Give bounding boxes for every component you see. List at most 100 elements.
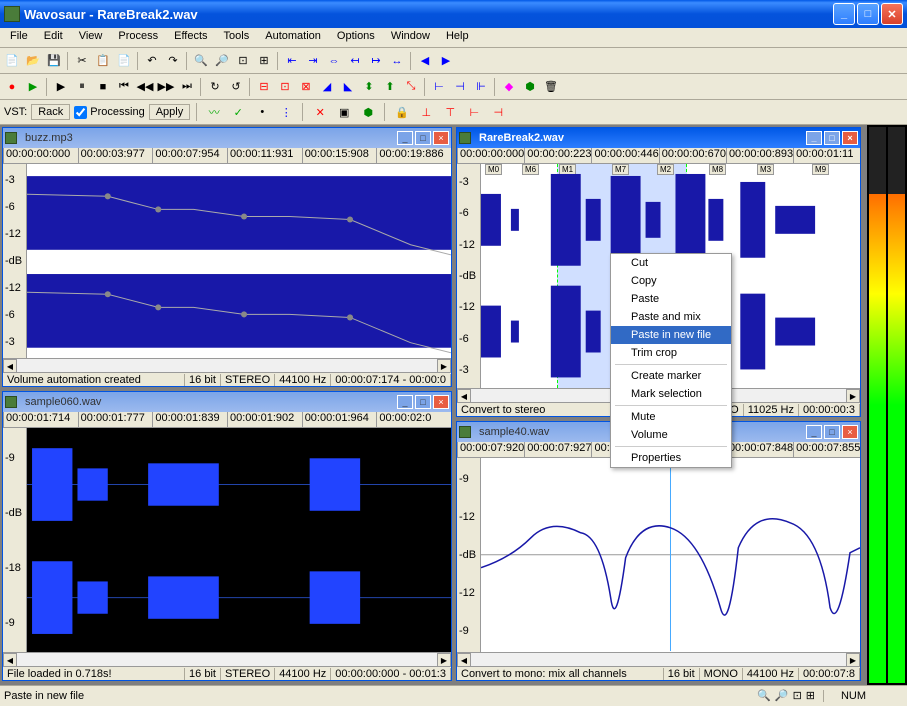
fade-out-icon[interactable]: ◣ [338, 77, 358, 97]
vst-check-icon[interactable]: ✓ [228, 102, 248, 122]
scroll-right-icon[interactable]: ▶ [437, 359, 451, 373]
marker3-icon[interactable]: ⊩ [471, 77, 491, 97]
zoom-out-icon[interactable]: 🔎 [212, 51, 232, 71]
menu-tools[interactable]: Tools [216, 28, 258, 47]
vst-btn4-icon[interactable]: ⋮ [276, 102, 296, 122]
ctx-paste-new-file[interactable]: Paste in new file [611, 326, 731, 344]
trash-icon[interactable]: 🗑 [541, 77, 561, 97]
vst-btn3-icon[interactable]: • [252, 102, 272, 122]
window-sample060-titlebar[interactable]: sample060.wav _ □ × [3, 392, 451, 412]
normalize-icon[interactable]: ⬍ [359, 77, 379, 97]
scroll-left-icon[interactable]: ◀ [457, 653, 471, 667]
s40-max-button[interactable]: □ [824, 425, 840, 439]
open-icon[interactable]: 📂 [23, 51, 43, 71]
s40-scrollbar[interactable]: ◀ ▶ [457, 652, 860, 666]
menu-view[interactable]: View [71, 28, 111, 47]
rack-button[interactable]: Rack [31, 104, 70, 120]
fade-in-icon[interactable]: ◢ [317, 77, 337, 97]
pause-icon[interactable]: ⏸ [72, 77, 92, 97]
robot-icon[interactable]: ⬢ [520, 77, 540, 97]
plugin-icon[interactable]: ◆ [499, 77, 519, 97]
undo-icon[interactable]: ↶ [142, 51, 162, 71]
tool-icon[interactable]: ⊡ [793, 689, 802, 702]
cut-icon[interactable]: ✂ [72, 51, 92, 71]
scroll-left-icon[interactable]: ◀ [3, 653, 17, 667]
goto-start-icon[interactable]: ◀ [415, 51, 435, 71]
save-icon[interactable]: 💾 [44, 51, 64, 71]
ff-icon[interactable]: ▶▶ [156, 77, 176, 97]
rare-max-button[interactable]: □ [824, 131, 840, 145]
ctx-properties[interactable]: Properties [611, 449, 731, 467]
crop-icon[interactable]: ⊡ [275, 77, 295, 97]
vst-icon1[interactable]: 〰 [204, 102, 224, 122]
sel-shrink-icon[interactable]: ↔ [387, 51, 407, 71]
s060-min-button[interactable]: _ [397, 395, 413, 409]
window-rare-titlebar[interactable]: RareBreak2.wav _ □ × [457, 128, 860, 148]
menu-process[interactable]: Process [110, 28, 166, 47]
zoom-all-icon[interactable]: ⊞ [254, 51, 274, 71]
menu-edit[interactable]: Edit [36, 28, 71, 47]
buzz-waveform[interactable]: -3-6-12-dB-12-6-3 M0 M1 M2 [3, 164, 451, 358]
anchor2-icon[interactable]: ⊤ [440, 102, 460, 122]
copy-icon[interactable]: 📋 [93, 51, 113, 71]
del-icon[interactable]: ⊠ [296, 77, 316, 97]
ctx-paste[interactable]: Paste [611, 290, 731, 308]
maximize-button[interactable]: □ [857, 3, 879, 25]
rewind-icon[interactable]: ⏮ [114, 77, 134, 97]
s40-min-button[interactable]: _ [806, 425, 822, 439]
menu-automation[interactable]: Automation [257, 28, 329, 47]
scroll-left-icon[interactable]: ◀ [457, 389, 471, 403]
marker-icon[interactable]: ⊢ [429, 77, 449, 97]
minimize-button[interactable]: _ [833, 3, 855, 25]
zoom-in-icon[interactable]: 🔍 [191, 51, 211, 71]
menu-options[interactable]: Options [329, 28, 383, 47]
end-icon[interactable]: ⏭ [177, 77, 197, 97]
loop2-icon[interactable]: ↺ [226, 77, 246, 97]
new-icon[interactable]: 📄 [2, 51, 22, 71]
ctx-paste-mix[interactable]: Paste and mix [611, 308, 731, 326]
paste-icon[interactable]: 📄 [114, 51, 134, 71]
redo-icon[interactable]: ↷ [163, 51, 183, 71]
menu-effects[interactable]: Effects [166, 28, 215, 47]
processing-checkbox[interactable]: Processing [74, 106, 144, 119]
ctx-mark-selection[interactable]: Mark selection [611, 385, 731, 403]
s40-waveform[interactable]: -9-12-dB-12-9 [457, 458, 860, 652]
record-arm-icon[interactable]: ▶ [23, 77, 43, 97]
goto-end-icon[interactable]: ▶ [436, 51, 456, 71]
play-icon[interactable]: ▶ [51, 77, 71, 97]
vst-x-icon[interactable]: ✕ [310, 102, 330, 122]
sel-grow-l-icon[interactable]: ↤ [345, 51, 365, 71]
anchor3-icon[interactable]: ⊢ [464, 102, 484, 122]
vst-play-icon[interactable]: ▣ [334, 102, 354, 122]
rare-close-button[interactable]: × [842, 131, 858, 145]
buzz-close-button[interactable]: × [433, 131, 449, 145]
ctx-cut[interactable]: Cut [611, 254, 731, 272]
sel-all-icon[interactable]: ⇔ [324, 51, 344, 71]
scroll-right-icon[interactable]: ▶ [846, 389, 860, 403]
window-buzz-titlebar[interactable]: buzz.mp3 _ □ × [3, 128, 451, 148]
zoom-icon[interactable]: 🔍 [757, 689, 771, 702]
anchor1-icon[interactable]: ⊥ [416, 102, 436, 122]
s060-timeline[interactable]: 00:00:01:714 00:00:01:777 00:00:01:839 0… [3, 412, 451, 428]
menu-file[interactable]: File [2, 28, 36, 47]
anchor4-icon[interactable]: ⊣ [488, 102, 508, 122]
scroll-left-icon[interactable]: ◀ [3, 359, 17, 373]
rare-min-button[interactable]: _ [806, 131, 822, 145]
marker2-icon[interactable]: ⊣ [450, 77, 470, 97]
zoom-icon2[interactable]: 🔎 [775, 689, 789, 702]
rw-icon[interactable]: ◀◀ [135, 77, 155, 97]
buzz-max-button[interactable]: □ [415, 131, 431, 145]
lock-icon[interactable]: 🔒 [392, 102, 412, 122]
rare-timeline[interactable]: 00:00:00:000 00:00:00:223 00:00:00:446 0… [457, 148, 860, 164]
apply-button[interactable]: Apply [149, 104, 191, 120]
tool-icon2[interactable]: ⊞ [806, 689, 815, 702]
s060-max-button[interactable]: □ [415, 395, 431, 409]
gain-icon[interactable]: ⬆ [380, 77, 400, 97]
s060-close-button[interactable]: × [433, 395, 449, 409]
ctx-mute[interactable]: Mute [611, 408, 731, 426]
buzz-scrollbar[interactable]: ◀ ▶ [3, 358, 451, 372]
menu-window[interactable]: Window [383, 28, 438, 47]
sel-grow-r-icon[interactable]: ↦ [366, 51, 386, 71]
s060-scrollbar[interactable]: ◀ ▶ [3, 652, 451, 666]
scroll-right-icon[interactable]: ▶ [846, 653, 860, 667]
